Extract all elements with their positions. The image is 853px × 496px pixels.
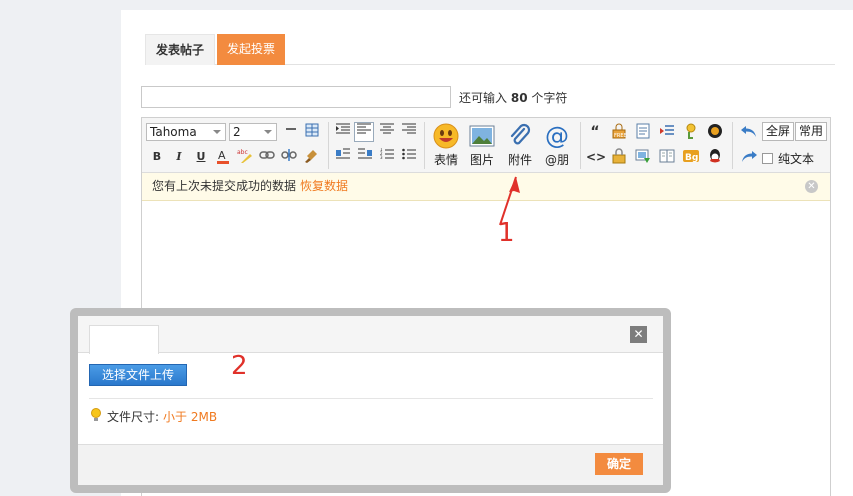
confirm-button[interactable]: 确定	[595, 453, 643, 475]
annotation-step-1: 1	[498, 218, 515, 248]
upload-dialog-frame: ✕ 选择文件上传 文件尺寸: 小于 2MB 确定	[70, 308, 671, 493]
dialog-close-icon[interactable]: ✕	[630, 326, 647, 343]
dialog-tab[interactable]	[89, 325, 159, 354]
dialog-footer: 确定	[78, 444, 663, 485]
choose-file-upload-button[interactable]: 选择文件上传	[89, 364, 187, 386]
file-size-limit: 小于 2MB	[163, 410, 218, 424]
annotation-step-2: 2	[231, 351, 248, 381]
file-size-info: 文件尺寸: 小于 2MB	[90, 408, 217, 425]
lightbulb-icon	[90, 408, 102, 425]
dialog-tabs: ✕	[78, 316, 663, 354]
upload-dialog: ✕ 选择文件上传 文件尺寸: 小于 2MB 确定	[78, 316, 663, 485]
